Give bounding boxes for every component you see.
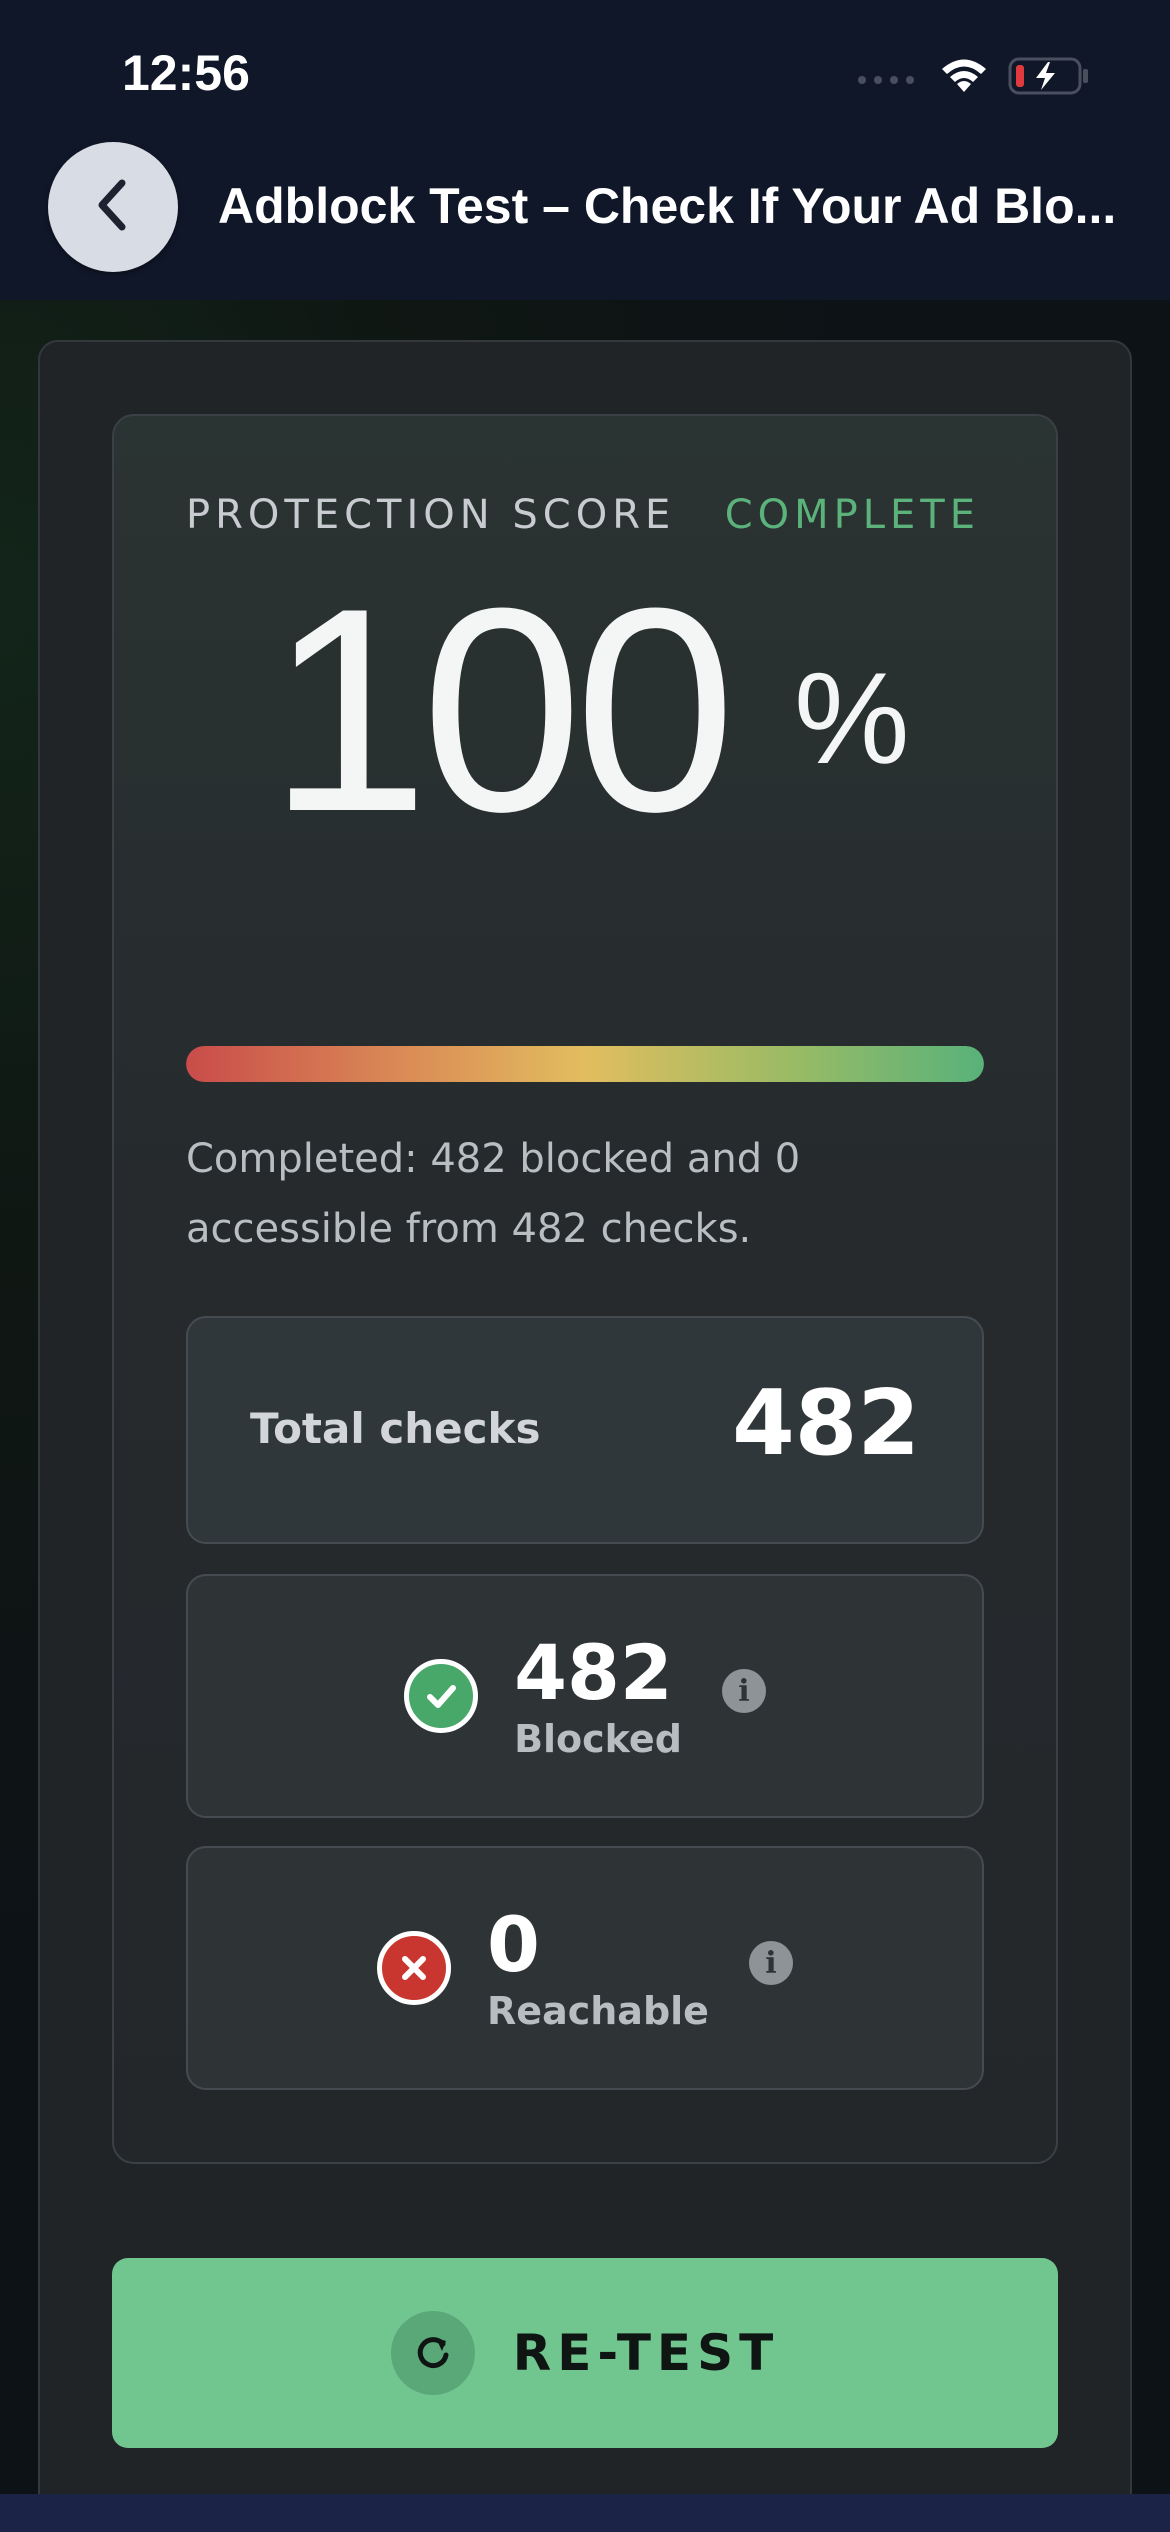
blocked-value: 482 xyxy=(514,1628,673,1717)
score-progress-bar xyxy=(186,1046,984,1082)
x-circle-icon xyxy=(377,1931,452,2005)
blocked-info-icon[interactable]: i xyxy=(721,1669,766,1713)
retest-label: RE-TEST xyxy=(512,2324,780,2382)
total-checks-value: 482 xyxy=(732,1371,920,1476)
status-time: 12:56 xyxy=(122,45,250,101)
battery-charging-icon xyxy=(1008,56,1090,100)
status-complete-label: COMPLETE xyxy=(724,492,980,538)
top-bar: 12:56 Adblock Test – Check If Your Ad Bl… xyxy=(0,0,1170,300)
status-icons xyxy=(856,56,1090,100)
reachable-label: Reachable xyxy=(487,1989,709,2033)
total-checks-label: Total checks xyxy=(250,1404,541,1453)
protection-score-label: PROTECTION SCORE xyxy=(186,492,676,538)
reachable-info-icon[interactable]: i xyxy=(748,1941,793,1985)
bottom-bar xyxy=(0,2494,1170,2532)
score-value: 100 xyxy=(268,548,736,872)
chevron-left-icon xyxy=(88,175,138,239)
summary-text: Completed: 482 blocked and 0 accessible … xyxy=(186,1136,801,1252)
score-progress-fill xyxy=(186,1046,984,1082)
retest-button[interactable]: RE-TEST xyxy=(112,2258,1058,2448)
signal-icon xyxy=(856,66,920,90)
back-button[interactable] xyxy=(48,142,178,272)
reachable-value: 0 xyxy=(487,1900,540,1989)
screen: 12:56 Adblock Test – Check If Your Ad Bl… xyxy=(0,0,1170,2532)
total-checks-card: Total checks 482 xyxy=(186,1316,984,1544)
score-unit: % xyxy=(794,645,910,791)
blocked-label: Blocked xyxy=(514,1717,682,1761)
page-title: Adblock Test – Check If Your Ad Blo... xyxy=(218,178,1117,234)
wifi-icon xyxy=(938,56,990,100)
check-circle-icon xyxy=(404,1659,479,1733)
reachable-card: 0 Reachable i xyxy=(186,1846,984,2090)
refresh-icon xyxy=(390,2311,475,2395)
blocked-card: 482 Blocked i xyxy=(186,1574,984,1818)
